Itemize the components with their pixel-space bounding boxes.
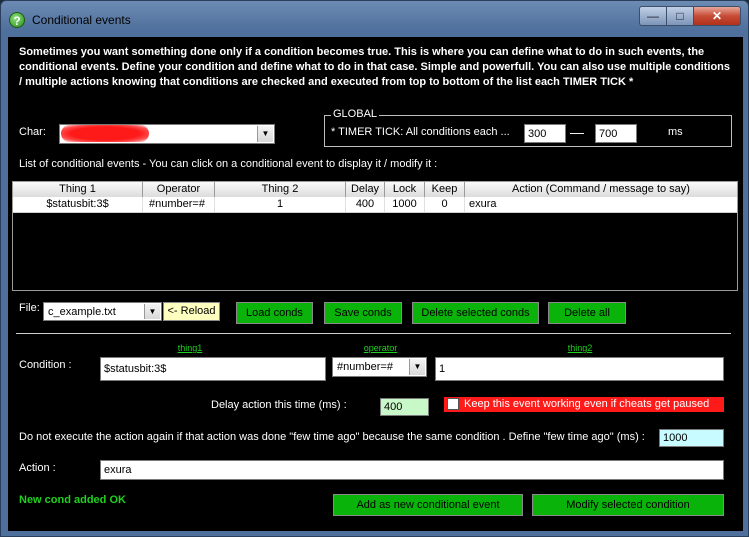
timer-min-input[interactable]: 300 [524,124,566,143]
maximize-button[interactable]: □ [666,6,694,26]
table-row[interactable]: $statusbit:3$ #number=# 1 400 1000 0 exu… [13,197,737,213]
chevron-down-icon[interactable]: ▼ [409,359,425,375]
load-conds-button[interactable]: Load conds [235,301,314,325]
timer-unit-label: ms [668,126,683,138]
lock-label: Do not execute the action again if that … [19,431,645,443]
cell-operator: #number=# [143,197,215,212]
operator-select[interactable]: #number=# ▼ [332,357,427,377]
file-select[interactable]: c_example.txt ▼ [43,302,162,321]
divider [16,333,731,334]
keep-working-label: Keep this event working even if cheats g… [464,398,710,410]
column-header-operator[interactable]: Operator [143,182,215,197]
keep-working-checkbox[interactable]: Keep this event working even if cheats g… [444,397,724,412]
file-label: File: [19,302,40,314]
chevron-down-icon[interactable]: ▼ [257,126,273,142]
operator-header: operator [363,343,398,353]
intro-text: Sometimes you want something done only i… [19,46,731,88]
cell-thing2: 1 [215,197,346,212]
chevron-down-icon[interactable]: ▼ [144,304,160,319]
thing2-header: thing2 [567,343,593,353]
column-header-keep[interactable]: Keep [425,182,465,197]
condition-label: Condition : [19,359,72,371]
redacted-char-mark [61,125,149,142]
thing2-input[interactable]: 1 [435,357,724,381]
help-icon: ? [9,12,25,28]
column-header-delay[interactable]: Delay [346,182,385,197]
file-select-value: c_example.txt [48,306,116,318]
reload-button[interactable]: <- Reload [163,302,220,321]
delete-selected-conds-button[interactable]: Delete selected conds [411,301,540,325]
table-header: Thing 1 Operator Thing 2 Delay Lock Keep… [13,182,737,197]
char-label: Char: [19,126,46,138]
delete-all-button[interactable]: Delete all [547,301,627,325]
global-group-title: GLOBAL [331,108,380,120]
cell-action: exura [469,198,497,210]
cell-thing1: $statusbit:3$ [13,197,143,212]
cell-keep: 0 [425,197,465,212]
thing1-input[interactable]: $statusbit:3$ [100,357,326,381]
checkbox-box[interactable] [447,398,459,410]
minimize-button[interactable]: — [639,6,667,26]
thing1-header: thing1 [177,343,203,353]
column-header-thing1[interactable]: Thing 1 [13,182,143,197]
operator-select-value: #number=# [337,361,393,373]
column-header-thing2[interactable]: Thing 2 [215,182,346,197]
window-title: Conditional events [32,13,131,27]
timer-max-input[interactable]: 700 [595,124,637,143]
delay-label: Delay action this time (ms) : [211,399,347,411]
range-dash: — [570,124,584,140]
conditions-table[interactable]: Thing 1 Operator Thing 2 Delay Lock Keep… [12,181,738,291]
list-caption: List of conditional events - You can cli… [19,158,438,170]
status-message: New cond added OK [19,494,126,506]
close-button[interactable]: ✕ [693,6,741,26]
column-header-lock[interactable]: Lock [385,182,425,197]
lock-input[interactable]: 1000 [659,429,724,447]
add-conditional-event-button[interactable]: Add as new conditional event [332,493,524,517]
action-label: Action : [19,462,56,474]
client-area: Sometimes you want something done only i… [8,37,743,531]
save-conds-button[interactable]: Save conds [323,301,403,325]
delay-input[interactable]: 400 [380,398,429,416]
action-input[interactable]: exura [100,460,724,480]
title-bar[interactable]: ? Conditional events — □ ✕ [1,1,748,37]
cell-lock: 1000 [385,197,425,212]
global-group: GLOBAL * TIMER TICK: All conditions each… [324,108,732,147]
conditional-events-window: ? Conditional events — □ ✕ Sometimes you… [0,0,749,537]
char-select[interactable]: ▼ [59,124,275,144]
column-header-action[interactable]: Action (Command / message to say) [465,182,737,197]
cell-delay: 400 [346,197,385,212]
modify-selected-condition-button[interactable]: Modify selected condition [531,493,725,517]
timer-tick-label: * TIMER TICK: All conditions each ... [331,126,510,138]
